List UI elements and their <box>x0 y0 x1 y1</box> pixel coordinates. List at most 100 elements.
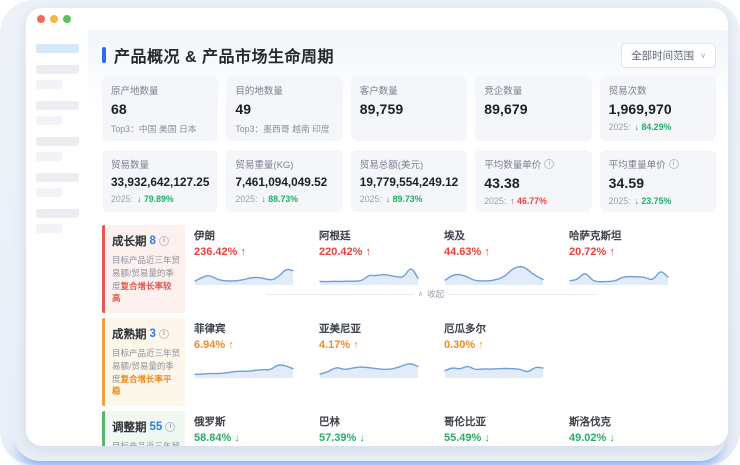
change-year: 2025: <box>111 194 133 204</box>
title-accent-bar <box>102 47 106 63</box>
toggle-label: 收起 <box>427 288 444 300</box>
lifecycle-category-3[interactable]: 调整期55i目标产品近三年贸易额/贸易量的季度复合增长率呈负 <box>102 411 185 446</box>
country-grid: 俄罗斯58.84% ↓ 巴林57.39% ↓ 哥伦比亚55.49% ↓ 斯洛伐克 49.… <box>194 414 716 446</box>
category-name: 成熟期 <box>112 326 147 342</box>
stats-row-secondary: 贸易数量 33,932,642,127.25 2025: ↓ 79.89% 贸易重量(K… <box>102 150 716 212</box>
category-desc-keyword: 复合增长率较高 <box>112 281 172 304</box>
country-name: 斯洛伐克 <box>569 414 683 429</box>
info-icon: i <box>159 236 169 246</box>
stat-card: 贸易总额(美元) 19,779,554,249.12 2025: ↓ 89.73% <box>351 150 467 212</box>
sidebar-navigation <box>26 30 88 446</box>
sidebar-skeleton-bar <box>36 80 62 89</box>
country-card[interactable]: 哥伦比亚55.49% ↓ <box>444 414 558 446</box>
category-count: 55 <box>150 421 163 433</box>
country-growth-rate: 49.02% ↓ <box>569 432 683 444</box>
info-icon: i <box>165 422 175 432</box>
close-button[interactable] <box>37 15 45 23</box>
stat-label: 原产地数量 <box>111 83 209 97</box>
change-value: ↓ 89.73% <box>386 194 423 204</box>
main-content: 产品概况 & 产品市场生命周期 全部时间范围 ∨ 原产地数量68Top3：中国 … <box>88 30 728 446</box>
category-name: 调整期 <box>112 419 147 435</box>
country-growth-rate: 4.17% ↑ <box>319 339 433 351</box>
app-window: 产品概况 & 产品市场生命周期 全部时间范围 ∨ 原产地数量68Top3：中国 … <box>26 8 728 446</box>
stat-change: 2025: ↓ 79.89% <box>111 194 209 204</box>
stat-card: 客户数量89,759 <box>351 76 467 141</box>
stat-value: 33,932,642,127.25 <box>111 175 209 189</box>
chevron-up-icon: ∧ <box>418 290 423 298</box>
country-card[interactable]: 伊朗236.42% ↑ <box>194 228 308 286</box>
page-header: 产品概况 & 产品市场生命周期 全部时间范围 ∨ <box>102 43 716 67</box>
country-name: 伊朗 <box>194 228 308 243</box>
country-card[interactable]: 埃及44.63% ↑ <box>444 228 558 286</box>
country-name: 菲律宾 <box>194 321 308 336</box>
stat-label-text: 平均数量单价 <box>484 157 541 171</box>
minimize-button[interactable] <box>50 15 58 23</box>
stat-value: 89,679 <box>484 101 582 117</box>
country-card[interactable]: 亚美尼亚 4.17% ↑ <box>319 321 433 379</box>
sidebar-skeleton-bar <box>36 152 62 161</box>
sidebar-skeleton-bar <box>36 188 62 197</box>
page-title: 产品概况 & 产品市场生命周期 <box>114 43 334 67</box>
stat-label-text: 目的地数量 <box>235 83 283 97</box>
country-growth-rate: 220.42% ↑ <box>319 246 433 258</box>
change-value: ↓ 23.75% <box>635 196 672 206</box>
stat-label-text: 贸易数量 <box>111 157 149 171</box>
sidebar-item-active[interactable] <box>36 44 79 53</box>
sidebar-skeleton-bar <box>36 101 79 110</box>
time-range-select[interactable]: 全部时间范围 ∨ <box>621 43 716 68</box>
stat-value: 19,779,554,249.12 <box>360 175 458 189</box>
country-card[interactable]: 阿根廷 220.42% ↑ <box>319 228 433 286</box>
sparkline-chart <box>194 353 294 379</box>
country-name: 阿根廷 <box>319 228 433 243</box>
category-title: 成熟期3i <box>112 326 180 342</box>
lifecycle-content: 俄罗斯58.84% ↓ 巴林57.39% ↓ 哥伦比亚55.49% ↓ 斯洛伐克 49.… <box>194 411 716 446</box>
stat-value: 43.38 <box>484 175 582 191</box>
category-title: 成长期8i <box>112 233 180 249</box>
country-name: 亚美尼亚 <box>319 321 433 336</box>
category-desc-text: 目标产品近三年贸易额/贸易量的季度 <box>112 441 180 446</box>
stat-change: 2025:↑ 46.77% <box>484 196 582 206</box>
stat-label: 客户数量 <box>360 83 458 97</box>
country-name: 俄罗斯 <box>194 414 308 429</box>
change-value: ↓ 79.89% <box>137 194 174 204</box>
stat-card: 贸易重量(KG) 7,461,094,049.52 2025:↓ 88.73% <box>226 150 342 212</box>
country-name: 厄瓜多尔 <box>444 321 558 336</box>
zoom-button[interactable] <box>63 15 71 23</box>
stat-value: 7,461,094,049.52 <box>235 175 333 189</box>
stat-label-text: 贸易重量(KG) <box>235 157 293 171</box>
sidebar-skeleton-bar <box>36 209 79 218</box>
category-title: 调整期55i <box>112 419 180 435</box>
lifecycle-content: 菲律宾 6.94% ↑ 亚美尼亚 4.17% ↑ 厄瓜多尔 0.30% ↑ <box>194 318 716 406</box>
stat-value: 1,969,970 <box>609 101 707 117</box>
country-growth-rate: 6.94% ↑ <box>194 339 308 351</box>
change-year: 2025: <box>235 194 257 204</box>
stat-card: 贸易次数1,969,9702025:↓ 84.29% <box>600 76 716 141</box>
lifecycle-category-2[interactable]: 成熟期3i目标产品近三年贸易额/贸易量的季度复合增长率平稳 <box>102 318 185 406</box>
stat-label: 贸易数量 <box>111 157 209 171</box>
country-card[interactable]: 巴林57.39% ↓ <box>319 414 433 446</box>
stat-label: 平均重量单价i <box>609 157 707 171</box>
category-count: 3 <box>150 328 156 340</box>
change-year: 2025: <box>609 122 631 132</box>
stat-label-text: 原产地数量 <box>111 83 159 97</box>
country-card[interactable]: 俄罗斯58.84% ↓ <box>194 414 308 446</box>
lifecycle-category-1[interactable]: 成长期8i目标产品近三年贸易额/贸易量的季度复合增长率较高 <box>102 225 185 313</box>
sparkline-chart <box>444 260 544 286</box>
country-card[interactable]: 哈萨克斯坦20.72% ↑ <box>569 228 683 286</box>
stat-card: 竞企数量 89,679 <box>475 76 591 141</box>
info-icon: i <box>669 159 679 169</box>
stat-value: 68 <box>111 101 209 117</box>
country-card[interactable]: 菲律宾 6.94% ↑ <box>194 321 308 379</box>
country-growth-rate: 0.30% ↑ <box>444 339 558 351</box>
stat-label-text: 贸易总额(美元) <box>360 157 423 171</box>
collapse-toggle[interactable]: ∧ 收起 <box>266 288 596 300</box>
stat-change: 2025:↓ 88.73% <box>235 194 333 204</box>
stat-label: 竞企数量 <box>484 83 582 97</box>
stat-label: 贸易重量(KG) <box>235 157 333 171</box>
country-card[interactable]: 斯洛伐克 49.02% ↓ <box>569 414 683 446</box>
country-growth-rate: 20.72% ↑ <box>569 246 683 258</box>
stat-label: 目的地数量 <box>235 83 333 97</box>
country-card[interactable]: 厄瓜多尔 0.30% ↑ <box>444 321 558 379</box>
lifecycle-panel: 成长期8i目标产品近三年贸易额/贸易量的季度复合增长率较高伊朗236.42% ↑… <box>102 225 716 446</box>
change-year: 2025: <box>360 194 382 204</box>
